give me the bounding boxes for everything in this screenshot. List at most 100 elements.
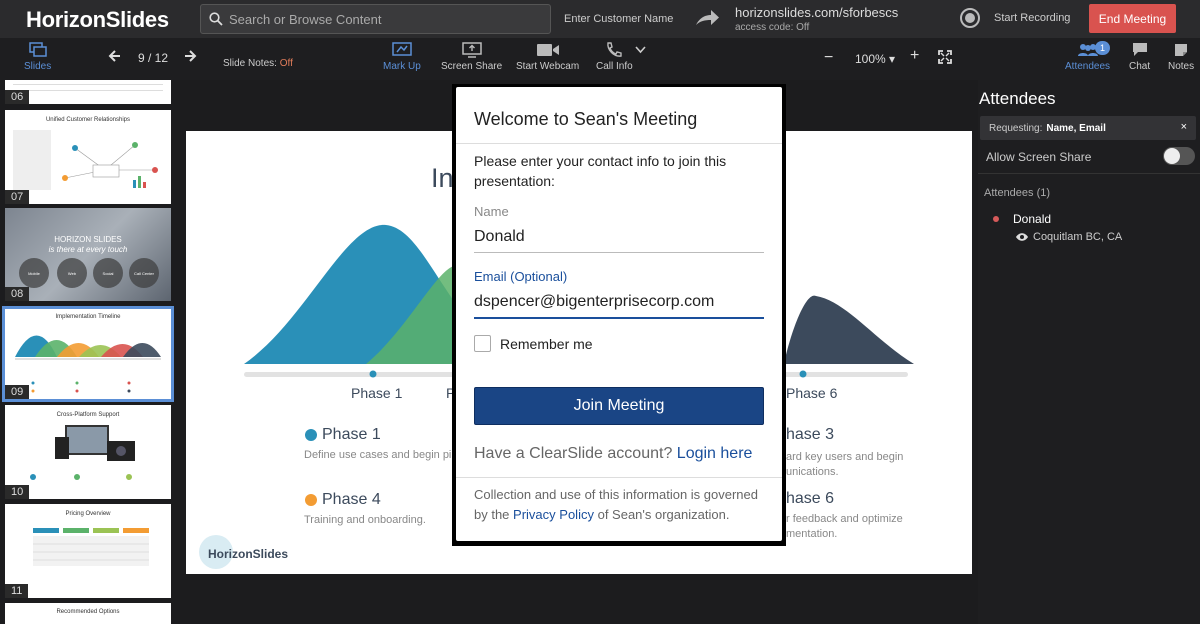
remember-me-checkbox[interactable] xyxy=(474,335,491,352)
eye-icon xyxy=(1016,233,1028,241)
close-icon[interactable]: × xyxy=(1181,121,1187,133)
thumbnail-slide-06[interactable]: 06 xyxy=(5,80,171,104)
screen-share-tool[interactable]: Screen Share xyxy=(441,42,502,72)
phone-icon xyxy=(607,42,623,57)
slides-tool[interactable]: Slides xyxy=(24,42,51,72)
next-slide-icon[interactable] xyxy=(183,49,197,63)
phase-dot-icon xyxy=(305,494,317,506)
slide-counter: 9 / 12 xyxy=(138,51,169,65)
divider xyxy=(456,143,782,144)
slides-icon xyxy=(28,42,47,57)
allow-screen-share-label: Allow Screen Share xyxy=(986,150,1092,164)
account-prompt-text: Have a ClearSlide account? xyxy=(474,445,673,462)
allow-screen-share-toggle[interactable] xyxy=(1163,147,1195,165)
slide-notes-label: Slide Notes: xyxy=(223,58,277,69)
privacy-policy-link[interactable]: Privacy Policy xyxy=(513,507,594,522)
attendees-badge: 1 xyxy=(1095,41,1110,55)
phase-description: Define use cases and begin pilo xyxy=(304,449,460,461)
search-input[interactable] xyxy=(229,11,539,27)
webcam-tool[interactable]: Start Webcam xyxy=(516,42,579,72)
thumbnail-slide-11[interactable]: Pricing Overview 11 xyxy=(5,504,171,598)
join-meeting-dialog: Welcome to Sean's Meeting Please enter y… xyxy=(456,87,782,541)
timeline-phase-label: Phase 6 xyxy=(786,385,838,401)
timeline-phase-label: Phase 1 xyxy=(351,385,403,401)
thumbnail-number: 09 xyxy=(5,385,30,399)
thumbnail-number: 07 xyxy=(5,190,30,204)
slide-logo: HorizonSlides xyxy=(208,547,289,561)
phase-heading: Phase 1 xyxy=(305,426,381,444)
previous-slide-icon[interactable] xyxy=(108,49,122,63)
app-logo[interactable]: HorizonSlides xyxy=(26,7,169,33)
panel-title: Attendees xyxy=(979,89,1056,108)
thumbnail-number: 10 xyxy=(5,485,30,499)
app-window: HorizonSlides Enter Customer Name horizo… xyxy=(0,0,1200,624)
thumbnail-circle: Web xyxy=(57,258,87,288)
status-dot-icon xyxy=(993,216,999,222)
attendee-location-text: Coquitlam BC, CA xyxy=(1033,231,1123,243)
slide-notes-value: Off xyxy=(279,58,293,69)
phase-description: r feedback and optimize xyxy=(786,513,903,525)
dialog-title: Welcome to Sean's Meeting xyxy=(474,109,698,129)
end-meeting-button[interactable]: End Meeting xyxy=(1089,4,1176,33)
thumbnail-slide-07[interactable]: Unified Customer Relationships 07 xyxy=(5,110,171,204)
thumbnail-number: 08 xyxy=(5,287,30,301)
timeline-graphic xyxy=(15,335,161,393)
phase-description: ard key users and begin xyxy=(786,451,904,463)
zoom-in-button[interactable]: + xyxy=(910,47,919,65)
top-bar: HorizonSlides Enter Customer Name horizo… xyxy=(0,0,1200,38)
record-label[interactable]: Start Recording xyxy=(994,12,1070,24)
toolbar: Slides 9 / 12 Slide Notes: Off Mark Up S… xyxy=(0,38,1200,80)
attendee-name[interactable]: Donald xyxy=(1013,212,1051,226)
remember-me-label: Remember me xyxy=(500,335,593,352)
thumbnail-slide-09[interactable]: Implementation Timeline 09 xyxy=(2,306,174,402)
account-prompt: Have a ClearSlide account? Login here xyxy=(474,445,752,463)
thumbnail-number: 06 xyxy=(5,90,30,104)
phase-heading-text: Phase 1 xyxy=(322,426,381,443)
toggle-knob xyxy=(1164,148,1180,164)
phase-dot-icon xyxy=(305,429,317,441)
attendees-label: Attendees xyxy=(1065,61,1111,72)
thumbnail-slide-10[interactable]: Cross-Platform Support 10 xyxy=(5,405,171,499)
login-link[interactable]: Login here xyxy=(677,445,753,462)
notes-icon xyxy=(1175,44,1188,56)
search-box[interactable] xyxy=(200,4,551,34)
screen-share-icon xyxy=(461,42,482,58)
name-label: Name xyxy=(474,204,509,219)
thumbnail-slide-12[interactable]: Recommended Options xyxy=(5,603,171,624)
markup-icon xyxy=(392,42,412,56)
webcam-label: Start Webcam xyxy=(516,61,580,72)
zoom-level[interactable]: 100% ▾ xyxy=(855,52,895,66)
zoom-out-button[interactable]: − xyxy=(824,49,833,67)
remember-me-option[interactable]: Remember me xyxy=(474,335,593,352)
fullscreen-icon[interactable] xyxy=(938,50,952,64)
customer-name-field[interactable]: Enter Customer Name xyxy=(564,13,673,25)
legal-notice: Collection and use of this information i… xyxy=(474,485,774,525)
thumbnail-title: Recommended Options xyxy=(56,609,120,615)
thumbnail-line xyxy=(13,90,163,91)
thumbnail-slide-08[interactable]: HORIZON SLIDES is there at every touch M… xyxy=(5,208,171,301)
join-meeting-button[interactable]: Join Meeting xyxy=(474,387,764,425)
pricing-table-graphic xyxy=(33,528,149,566)
attendees-panel: Attendees Requesting: Name, Email × Allow… xyxy=(978,80,1200,624)
thumbnail-subtitle: is there at every touch xyxy=(48,245,128,254)
email-label: Email (Optional) xyxy=(474,269,568,284)
phase-description: Training and onboarding. xyxy=(304,514,426,526)
slide-notes-toggle[interactable]: Slide Notes: Off xyxy=(223,58,293,69)
devices-graphic xyxy=(30,425,135,480)
markup-tool[interactable]: Mark Up xyxy=(383,42,421,72)
requesting-banner: Requesting: Name, Email × xyxy=(980,116,1196,140)
chat-label: Chat xyxy=(1129,61,1151,72)
name-field[interactable] xyxy=(474,228,764,253)
record-button[interactable] xyxy=(960,8,980,28)
attendees-count: Attendees (1) xyxy=(984,187,1051,199)
email-field[interactable] xyxy=(474,293,764,319)
notes-tool[interactable]: Notes xyxy=(1168,42,1194,72)
slides-label: Slides xyxy=(24,61,52,72)
attendee-location: Coquitlam BC, CA xyxy=(1015,231,1122,243)
phase-heading-text: hase 6 xyxy=(786,490,835,507)
meeting-url[interactable]: horizonslides.com/sforbescs xyxy=(735,5,898,20)
call-info-tool[interactable]: Call Info xyxy=(596,42,633,72)
slide-thumbnails: 06 Unified Customer Relationships 07 HOR… xyxy=(0,80,186,624)
chevron-down-icon[interactable] xyxy=(635,46,646,54)
chat-tool[interactable]: Chat xyxy=(1129,42,1150,72)
